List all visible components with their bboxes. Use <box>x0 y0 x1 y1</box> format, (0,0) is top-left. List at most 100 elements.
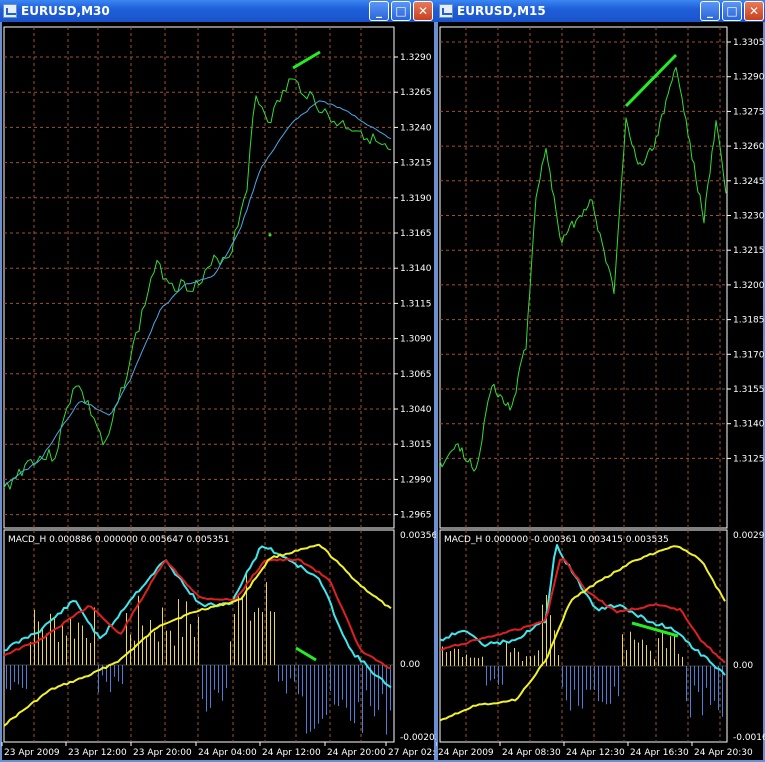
annotation-dot <box>268 233 272 237</box>
macd-histogram-bar <box>462 657 463 666</box>
macd-histogram-bar <box>286 665 287 694</box>
macd-histogram-bar <box>134 640 135 665</box>
macd-histogram-bar <box>366 665 367 691</box>
macd-histogram-bar <box>178 599 179 665</box>
macd-histogram-bar <box>14 665 15 683</box>
macd-histogram-bar <box>58 641 59 665</box>
macd-histogram-bar <box>694 666 695 686</box>
macd-histogram-bar <box>102 665 103 676</box>
chart-window-m30[interactable]: EURUSD,M30 _ □ ✕ 1.3290 1.3265 1.3240 1.321… <box>0 0 436 762</box>
macd-indicator-label: MACD_H 0.000000 -0.000361 0.003415 0.003… <box>444 535 669 545</box>
macd-histogram-bar <box>690 666 691 718</box>
macd-histogram-bar <box>594 666 595 690</box>
macd-histogram-bar <box>506 641 507 666</box>
price-tick-label: 1.3245 <box>733 177 765 187</box>
price-tick-label: 1.3040 <box>400 405 432 415</box>
macd-histogram-bar <box>454 648 455 666</box>
macd-histogram-bar <box>718 666 719 710</box>
chart-window-m15[interactable]: EURUSD,M15 _ □ ✕ 1.3305 1.3290 1.3275 1.326… <box>436 0 765 762</box>
macd-histogram-bar <box>46 633 47 665</box>
macd-histogram-bar <box>646 645 647 666</box>
macd-histogram-bar <box>626 650 627 666</box>
macd-histogram-bar <box>202 665 203 700</box>
time-axis-label: 24 Apr 2009 <box>438 748 494 758</box>
macd-histogram-bar <box>166 630 167 665</box>
macd-histogram-bar <box>282 665 283 681</box>
price-panel-frame <box>439 26 728 529</box>
price-tick-label: 1.3185 <box>733 316 765 326</box>
macd-histogram-bar <box>330 665 331 692</box>
macd-histogram-bar <box>630 631 631 666</box>
time-axis-label: 24 Apr 04:00 <box>198 748 257 758</box>
time-axis-label: 24 Apr 20:00 <box>327 748 386 758</box>
price-panel-frame <box>3 26 395 529</box>
macd-histogram-bar <box>162 607 163 665</box>
macd-histogram-bar <box>614 666 615 687</box>
price-tick-label: 1.3215 <box>400 159 432 169</box>
macd-panel-frame <box>439 529 728 743</box>
macd-histogram-bar <box>354 665 355 724</box>
macd-histogram-bar <box>498 666 499 685</box>
macd-histogram-bar <box>374 665 375 717</box>
macd-histogram-bar <box>566 666 567 701</box>
macd-histogram-bar <box>650 650 651 666</box>
macd-histogram-bar <box>446 652 447 666</box>
macd-histogram-bar <box>598 666 599 702</box>
macd-histogram-bar <box>458 649 459 666</box>
macd-histogram-bar <box>278 665 279 682</box>
price-tick-label: 1.3190 <box>400 194 432 204</box>
macd-histogram-bar <box>22 665 23 688</box>
macd-histogram-bar <box>686 666 687 702</box>
macd-histogram-bar <box>122 665 123 685</box>
macd-histogram-bar <box>558 655 559 666</box>
macd-histogram-bar <box>638 642 639 666</box>
price-tick-label: 1.2965 <box>400 511 432 521</box>
macd-histogram-bar <box>334 665 335 705</box>
macd-histogram-bar <box>522 660 523 666</box>
price-tick-label: 1.3290 <box>400 53 432 63</box>
macd-tick-label: 0.00293 <box>733 531 765 541</box>
macd-histogram-bar <box>550 615 551 666</box>
macd-histogram-bar <box>474 657 475 666</box>
price-tick-label: 1.3305 <box>733 38 765 48</box>
macd-histogram-bar <box>618 666 619 697</box>
macd-histogram-bar <box>290 665 291 679</box>
macd-histogram-bar <box>142 625 143 665</box>
macd-histogram-bar <box>18 665 19 685</box>
macd-histogram-bar <box>602 666 603 702</box>
macd-histogram-bar <box>358 665 359 703</box>
macd-histogram-bar <box>490 666 491 681</box>
macd-histogram-bar <box>514 648 515 666</box>
macd-histogram-bar <box>222 665 223 701</box>
macd-tick-label: 0.00 <box>400 660 420 670</box>
price-tick-label: 1.3125 <box>733 454 765 464</box>
macd-histogram-bar <box>338 665 339 707</box>
macd-histogram-bar <box>666 648 667 666</box>
price-tick-label: 1.3275 <box>733 107 765 117</box>
macd-histogram-bar <box>206 665 207 712</box>
macd-histogram-bar <box>642 639 643 666</box>
price-tick-label: 1.2990 <box>400 475 432 485</box>
macd-histogram-bar <box>702 666 703 716</box>
macd-histogram-bar <box>450 651 451 666</box>
macd-histogram-bar <box>54 618 55 665</box>
macd-histogram-bar <box>322 665 323 719</box>
macd-histogram-bar <box>706 666 707 688</box>
macd-histogram-bar <box>590 666 591 690</box>
macd-histogram-bar <box>262 612 263 665</box>
macd-histogram-bar <box>38 621 39 665</box>
macd-histogram-bar <box>298 665 299 695</box>
macd-histogram-bar <box>634 639 635 666</box>
chart-canvas-m30[interactable]: 1.3290 1.3265 1.3240 1.3215 1.3190 1.3165 1.31… <box>0 0 436 762</box>
macd-histogram-bar <box>302 665 303 697</box>
macd-histogram-bar <box>90 642 91 665</box>
macd-histogram-bar <box>662 632 663 666</box>
chart-canvas-m15[interactable]: 1.3305 1.3290 1.3275 1.3260 1.3245 1.3230 1.32… <box>436 0 765 762</box>
macd-histogram-bar <box>310 665 311 732</box>
macd-histogram-bar <box>10 665 11 691</box>
price-tick-label: 1.3155 <box>733 385 765 395</box>
macd-histogram-bar <box>606 666 607 705</box>
macd-histogram-bar <box>246 573 247 665</box>
macd-histogram-bar <box>714 666 715 701</box>
macd-histogram-bar <box>466 654 467 666</box>
